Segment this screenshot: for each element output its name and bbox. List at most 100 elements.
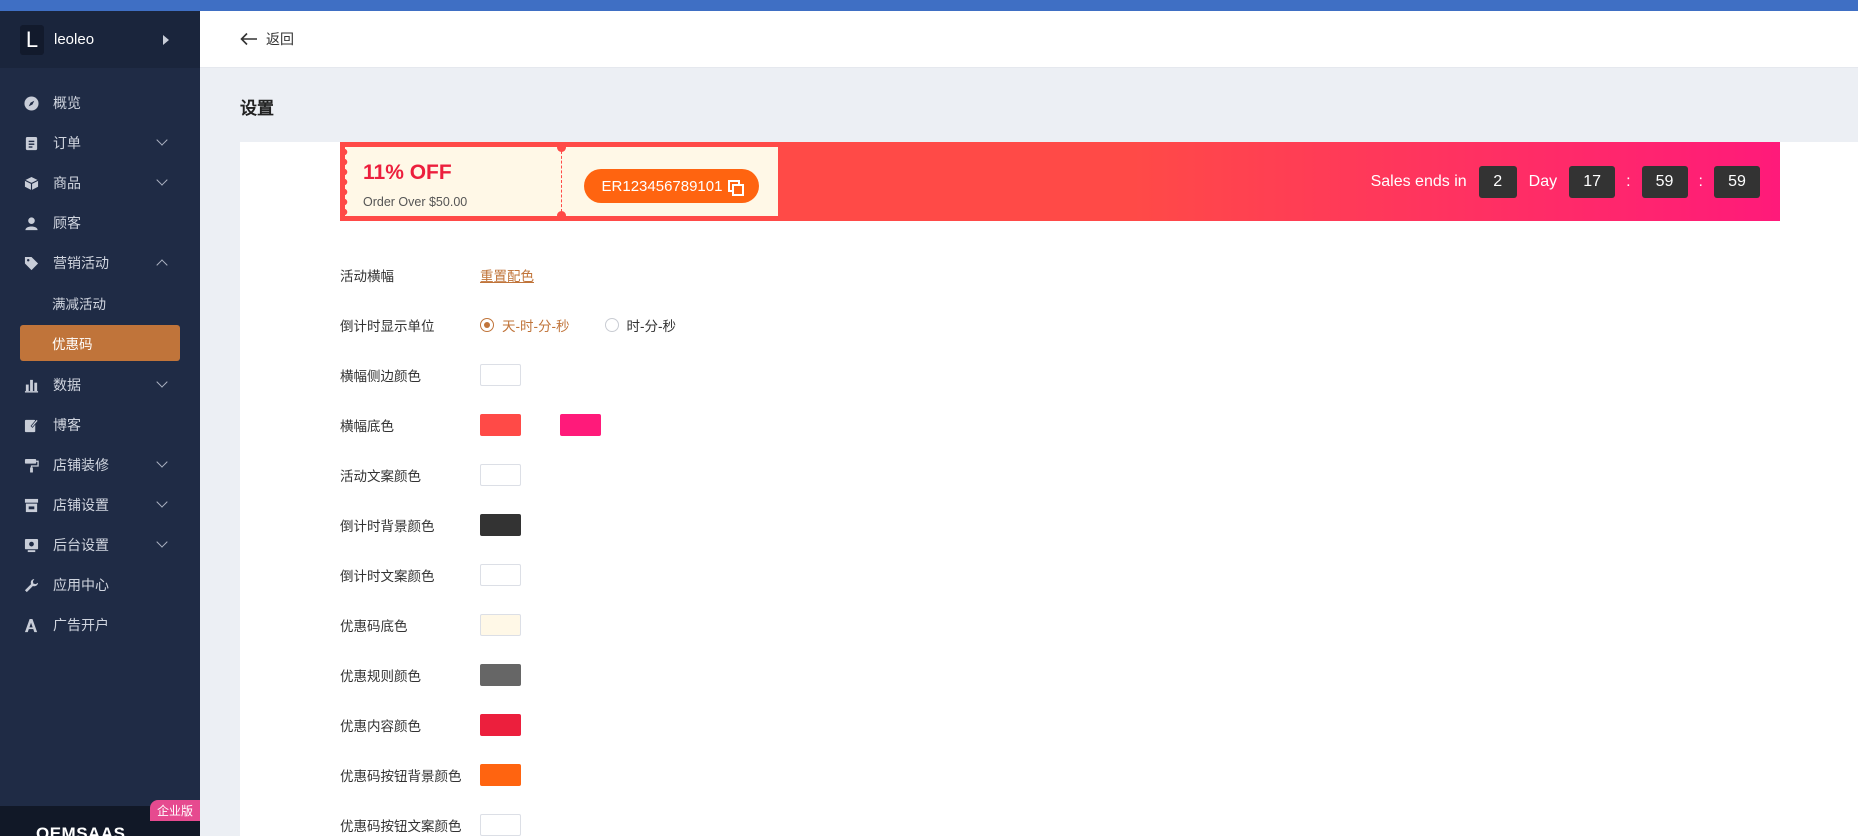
chevron-down-icon	[156, 376, 168, 388]
field-label: 优惠码按钮文案颜色	[340, 819, 462, 834]
discount-text: 11% OFF	[363, 161, 452, 184]
edit-icon	[24, 418, 39, 433]
sidebar-item-analytics[interactable]: 数据	[0, 365, 200, 405]
banner-settings-form: 活动横幅 重置配色 倒计时显示单位 天-时-分-秒 时-分-秒 横幅侧边颜色 横幅…	[340, 250, 711, 836]
countdown-minutes: 59	[1641, 166, 1688, 198]
sidebar-item-blog[interactable]: 博客	[0, 405, 200, 445]
sidebar-item-label: 数据	[53, 377, 81, 393]
color-swatch[interactable]	[480, 814, 521, 836]
ads-icon	[24, 618, 39, 633]
chevron-down-icon	[156, 536, 168, 548]
color-swatch[interactable]	[480, 714, 521, 736]
form-row-banner: 活动横幅 重置配色	[340, 250, 711, 300]
sidebar-item-label: 店铺设置	[53, 497, 109, 513]
field-label: 横幅底色	[340, 419, 394, 434]
field-label: 优惠码底色	[340, 619, 408, 634]
countdown: Sales ends in 2 Day 17 : 59 : 59	[1371, 166, 1760, 198]
sidebar-item-store-design[interactable]: 店铺装修	[0, 445, 200, 485]
color-swatch[interactable]	[480, 764, 521, 786]
sidebar-item-orders[interactable]: 订单	[0, 123, 200, 163]
field-label: 倒计时文案颜色	[340, 569, 435, 584]
chevron-down-icon	[156, 174, 168, 186]
coupon-code-button[interactable]: ER123456789101	[584, 169, 759, 203]
store-avatar: L	[20, 24, 44, 55]
radio-label: 时-分-秒	[626, 319, 677, 334]
top-header: 返回	[200, 11, 1858, 68]
form-row-color: 倒计时背景颜色	[340, 500, 711, 550]
color-swatch[interactable]	[480, 414, 521, 436]
sidebar-item-label: 应用中心	[53, 577, 109, 593]
ticket-divider	[561, 151, 562, 212]
sidebar-menu: 概览 订单 商品 顾客 营销活动 满减活动 优惠码 数据 博客 店铺装修 店铺设…	[0, 83, 200, 645]
field-label: 活动文案颜色	[340, 469, 421, 484]
sidebar-item-app-center[interactable]: 应用中心	[0, 565, 200, 605]
caret-right-icon	[163, 35, 169, 45]
compass-icon	[24, 95, 39, 111]
color-swatch[interactable]	[480, 464, 521, 486]
radio-day-hour-min-sec[interactable]: 天-时-分-秒	[480, 315, 570, 335]
form-row-color: 横幅底色	[340, 400, 711, 450]
form-row-color: 优惠码底色	[340, 600, 711, 650]
chevron-down-icon	[156, 134, 168, 146]
sidebar-subitem-full-reduction[interactable]: 满减活动	[0, 283, 200, 323]
form-row-color: 横幅侧边颜色	[340, 350, 711, 400]
countdown-seconds: 59	[1714, 166, 1760, 198]
ticket-notch	[557, 211, 566, 220]
tag-icon	[24, 256, 39, 271]
countdown-separator: :	[1698, 173, 1703, 190]
radio-dot	[604, 318, 619, 332]
field-label: 倒计时显示单位	[340, 319, 435, 334]
sidebar-item-label: 博客	[53, 417, 81, 433]
field-label: 优惠码按钮背景颜色	[340, 769, 462, 784]
field-label: 优惠内容颜色	[340, 719, 421, 734]
countdown-day-label: Day	[1528, 173, 1558, 190]
sidebar-item-label: 后台设置	[53, 537, 109, 553]
color-swatch[interactable]	[480, 564, 521, 586]
form-row-color: 活动文案颜色	[340, 450, 711, 500]
color-swatch[interactable]	[480, 664, 521, 686]
color-swatch[interactable]	[560, 414, 601, 436]
field-label: 倒计时背景颜色	[340, 519, 435, 534]
sidebar: L leoleo 概览 订单 商品 顾客 营销活动 满减活动 优惠码 数据 博客…	[0, 11, 200, 836]
radio-label: 天-时-分-秒	[502, 319, 570, 334]
bar-chart-icon	[24, 378, 39, 393]
sidebar-item-customers[interactable]: 顾客	[0, 203, 200, 243]
color-rows: 横幅侧边颜色 横幅底色活动文案颜色 倒计时背景颜色 倒计时文案颜色 优惠码底色优惠规则颜…	[340, 350, 711, 836]
color-swatch[interactable]	[480, 614, 521, 636]
store-name: leoleo	[54, 31, 95, 48]
sidebar-subitem-coupon-code[interactable]: 优惠码	[20, 325, 180, 361]
radio-hour-min-sec[interactable]: 时-分-秒	[604, 315, 677, 335]
form-row-color: 优惠内容颜色	[340, 700, 711, 750]
back-button[interactable]: 返回	[240, 29, 294, 49]
field-label: 横幅侧边颜色	[340, 369, 421, 384]
sidebar-item-store-settings[interactable]: 店铺设置	[0, 485, 200, 525]
sidebar-item-products[interactable]: 商品	[0, 163, 200, 203]
edition-badge: 企业版	[149, 800, 200, 821]
radio-dot	[480, 318, 494, 332]
coupon-ticket: 11% OFF Order Over $50.00 ER123456789101	[344, 143, 783, 220]
discount-rule: Order Over $50.00	[363, 195, 468, 209]
field-label: 优惠规则颜色	[340, 669, 421, 684]
clipboard-icon	[24, 136, 39, 151]
form-row-color: 优惠码按钮背景颜色	[340, 750, 711, 800]
sidebar-item-admin-settings[interactable]: 后台设置	[0, 525, 200, 565]
form-row-color: 优惠码按钮文案颜色	[340, 800, 711, 836]
form-row-countdown-unit: 倒计时显示单位 天-时-分-秒 时-分-秒	[340, 300, 711, 350]
countdown-prefix: Sales ends in	[1370, 173, 1467, 190]
form-row-color: 优惠规则颜色	[340, 650, 711, 700]
platform-footer: OEMSAAS 企业版	[0, 800, 200, 836]
sidebar-item-ads[interactable]: 广告开户	[0, 605, 200, 645]
sidebar-item-label: 商品	[53, 175, 81, 191]
page-title: 设置	[240, 99, 274, 118]
color-swatch[interactable]	[480, 514, 521, 536]
store-switcher[interactable]: L leoleo	[0, 11, 200, 68]
countdown-separator: :	[1626, 173, 1631, 190]
reset-colors-link[interactable]: 重置配色	[480, 265, 534, 285]
sidebar-item-marketing[interactable]: 营销活动	[0, 243, 200, 283]
box-icon	[24, 176, 39, 191]
copy-icon	[728, 179, 745, 196]
form-row-color: 倒计时文案颜色	[340, 550, 711, 600]
platform-logo: OEMSAAS	[36, 824, 126, 836]
color-swatch[interactable]	[480, 364, 521, 386]
sidebar-item-overview[interactable]: 概览	[0, 83, 200, 123]
